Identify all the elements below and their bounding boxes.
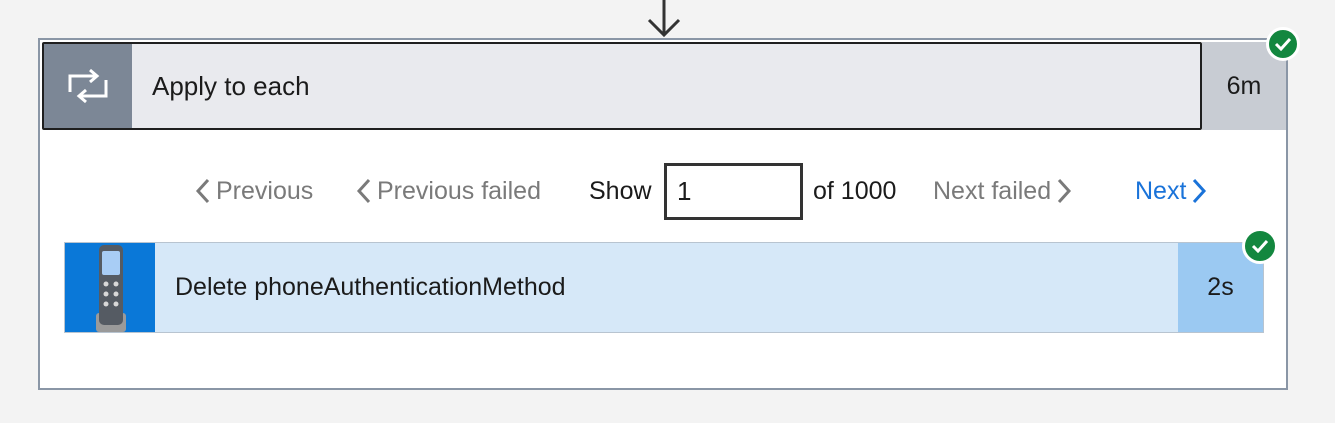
success-check-icon — [1266, 27, 1300, 61]
apply-to-each-header[interactable]: Apply to each — [42, 42, 1202, 130]
previous-failed-button[interactable]: Previous failed — [351, 160, 541, 222]
chevron-left-icon — [195, 178, 210, 204]
total-count-label: of 1000 — [813, 176, 897, 205]
next-button[interactable]: Next — [1135, 160, 1212, 222]
previous-failed-label: Previous failed — [377, 176, 541, 205]
chevron-left-icon — [356, 178, 371, 204]
loop-title: Apply to each — [152, 71, 310, 101]
previous-label: Previous — [216, 176, 314, 205]
loop-icon — [44, 44, 132, 128]
arrow-down-icon — [647, 0, 681, 38]
success-check-icon — [1242, 228, 1278, 264]
next-failed-label: Next failed — [933, 176, 1052, 205]
delete-phone-auth-action[interactable]: Delete phoneAuthenticationMethod 2s — [64, 242, 1264, 333]
phone-icon — [65, 243, 155, 332]
chevron-right-icon — [1058, 178, 1072, 204]
next-failed-button[interactable]: Next failed — [933, 160, 1077, 222]
previous-button[interactable]: Previous — [190, 160, 313, 222]
show-label: Show — [589, 176, 652, 205]
chevron-right-icon — [1193, 178, 1207, 204]
iteration-number-input[interactable] — [664, 163, 803, 220]
action-title: Delete phoneAuthenticationMethod — [175, 273, 566, 301]
next-label: Next — [1135, 176, 1187, 205]
